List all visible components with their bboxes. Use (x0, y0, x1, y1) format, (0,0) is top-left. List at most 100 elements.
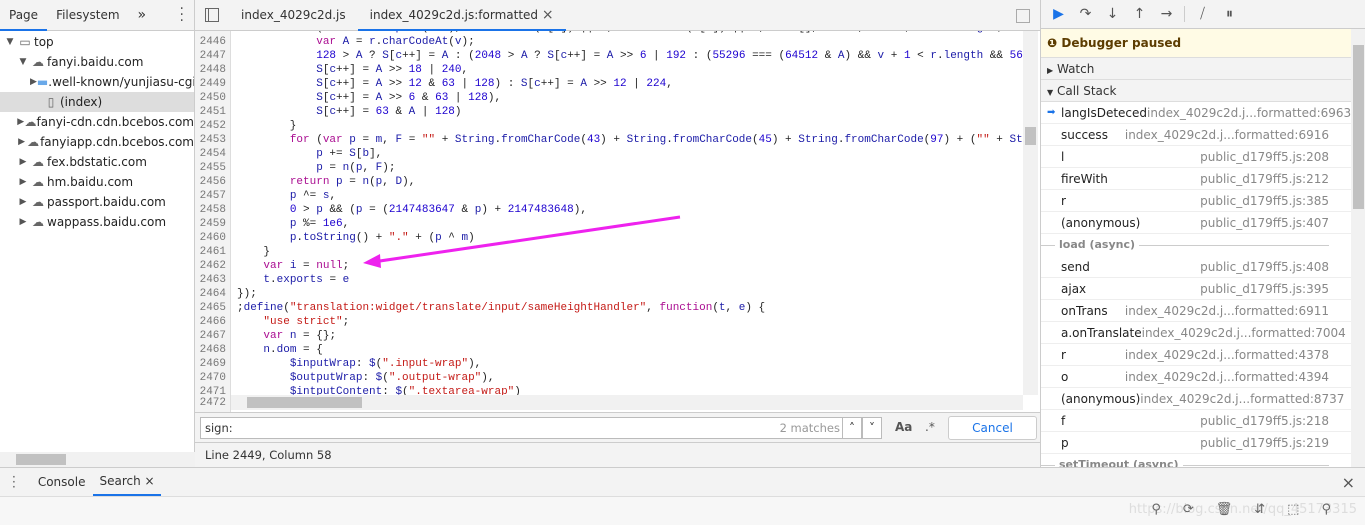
collapsed-triangle-icon[interactable]: ▶ (17, 112, 25, 132)
next-match-button[interactable]: ˅ (862, 417, 882, 439)
frame-location[interactable]: public_d179ff5.js:385 (1157, 190, 1351, 211)
frame-location[interactable]: public_d179ff5.js:208 (1157, 146, 1351, 167)
tree-item[interactable]: ▶ ☁ fanyi-cdn.cdn.bcebos.com (0, 112, 194, 132)
tree-item[interactable]: ▶ ☁ hm.baidu.com (0, 172, 194, 192)
watch-section[interactable]: ▶ Watch (1041, 58, 1351, 80)
resume-icon[interactable]: ▶ (1045, 6, 1072, 22)
collapsed-triangle-icon[interactable]: ▶ (17, 172, 29, 192)
call-stack-section[interactable]: ▼ Call Stack (1041, 80, 1351, 102)
frame-function: onTrans (1061, 304, 1108, 318)
tree-item-label: .well-known/yunjiasu-cgi/ (48, 75, 194, 89)
collapsed-triangle-icon[interactable]: ▶ (17, 132, 26, 152)
call-frame[interactable]: a.onTranslate index_4029c2d.j...formatted… (1041, 322, 1351, 344)
call-stack-label: Call Stack (1056, 84, 1117, 98)
call-frame[interactable]: (anonymous) index_4029c2d.j...formatted:8… (1041, 388, 1351, 410)
frame-function: f (1061, 414, 1066, 428)
find-input[interactable]: sign: 2 matches (200, 417, 845, 439)
call-frame[interactable]: r index_4029c2d.j...formatted:4378 (1041, 344, 1351, 366)
close-search-tab-icon[interactable]: × (145, 474, 155, 488)
frame-location[interactable]: public_d179ff5.js:218 (1157, 410, 1351, 431)
cloud-icon: ☁ (32, 195, 44, 209)
tree-item-label: fanyi.baidu.com (47, 55, 144, 69)
frame-location[interactable]: public_d179ff5.js:219 (1157, 432, 1351, 453)
deactivate-breakpoints-icon[interactable]: ⧸ (1189, 6, 1216, 22)
folder-icon: ▬ (36, 75, 49, 89)
frame-location[interactable]: index_4029c2d.j...formatted:4378 (1125, 344, 1351, 365)
frame-location[interactable]: index_4029c2d.j...formatted:4394 (1125, 366, 1351, 387)
tree-item[interactable]: ▶ ▬ .well-known/yunjiasu-cgi/ (0, 72, 194, 92)
expanded-triangle-icon[interactable]: ▼ (4, 32, 16, 52)
step-over-icon[interactable]: ↷ (1072, 6, 1099, 22)
more-tabs-button[interactable]: » (129, 0, 156, 31)
frame-function: o (1061, 370, 1069, 384)
collapsed-triangle-icon[interactable]: ▶ (17, 212, 29, 232)
tree-item-label: fex.bdstatic.com (47, 155, 147, 169)
step-into-icon[interactable]: ↓ (1099, 6, 1126, 22)
frame-location[interactable]: public_d179ff5.js:395 (1157, 278, 1351, 299)
tab-console[interactable]: Console (30, 468, 94, 496)
sidebar-vscrollbar[interactable] (1351, 29, 1365, 467)
frame-location[interactable]: public_d179ff5.js:407 (1157, 212, 1351, 233)
tree-hscrollbar[interactable] (0, 452, 195, 467)
call-frame[interactable]: p public_d179ff5.js:219 (1041, 432, 1351, 454)
tab-filesystem[interactable]: Filesystem (47, 0, 128, 31)
call-frame[interactable]: l public_d179ff5.js:208 (1041, 146, 1351, 168)
step-out-icon[interactable]: ↑ (1126, 6, 1153, 22)
call-frame[interactable]: success index_4029c2d.j...formatted:6916 (1041, 124, 1351, 146)
frame-function: langIsDeteced (1061, 106, 1148, 120)
async-separator: setTimeout (async) (1041, 454, 1351, 467)
call-frame[interactable]: fireWith public_d179ff5.js:212 (1041, 168, 1351, 190)
frame-location[interactable]: index_4029c2d.j...formatted:6963 (1147, 102, 1351, 123)
tree-item[interactable]: ▼ ▭ top (0, 32, 194, 52)
tree-item[interactable]: ▯ (index) (0, 92, 194, 112)
frame-location[interactable]: index_4029c2d.j...formatted:6916 (1125, 124, 1351, 145)
frame-location[interactable]: index_4029c2d.j...formatted:7004 (1142, 322, 1351, 343)
close-drawer-icon[interactable]: × (1342, 473, 1355, 492)
call-frame[interactable]: ➡ langIsDeteced index_4029c2d.j...formatte… (1041, 102, 1351, 124)
regex-button[interactable]: .* (925, 420, 935, 434)
frame-location[interactable]: index_4029c2d.j...formatted:8737 (1140, 388, 1351, 409)
tab-search-label: Search (99, 474, 141, 488)
call-frame[interactable]: onTrans index_4029c2d.j...formatted:6911 (1041, 300, 1351, 322)
cloud-icon: ☁ (32, 175, 44, 189)
frame-function: (anonymous) (1061, 392, 1141, 406)
step-icon[interactable]: → (1153, 6, 1180, 22)
frame-function: l (1061, 150, 1065, 164)
cloud-icon: ☁ (27, 135, 40, 149)
frame-location[interactable]: public_d179ff5.js:212 (1157, 168, 1351, 189)
frame-function: (anonymous) (1061, 216, 1141, 230)
pause-on-exceptions-icon[interactable]: ⏸ (1216, 6, 1243, 22)
call-frame[interactable]: ajax public_d179ff5.js:395 (1041, 278, 1351, 300)
frame-location[interactable]: index_4029c2d.j...formatted:6911 (1125, 300, 1351, 321)
tree-item[interactable]: ▶ ☁ fanyiapp.cdn.bcebos.com (0, 132, 194, 152)
tab-search[interactable]: Search × (93, 468, 161, 496)
find-bar: sign: 2 matches ˄ ˅ Aa .* Cancel (195, 412, 1040, 442)
collapsed-triangle-icon[interactable]: ▶ (17, 192, 29, 212)
tree-item[interactable]: ▼ ☁ fanyi.baidu.com (0, 52, 194, 72)
paused-text: Debugger paused (1061, 36, 1182, 50)
call-frame[interactable]: (anonymous) public_d179ff5.js:407 (1041, 212, 1351, 234)
call-frame[interactable]: r public_d179ff5.js:385 (1041, 190, 1351, 212)
call-frame[interactable]: o index_4029c2d.j...formatted:4394 (1041, 366, 1351, 388)
drawer-menu-icon[interactable]: · · · (12, 471, 16, 493)
tree-item[interactable]: ▶ ☁ wappass.baidu.com (0, 212, 194, 232)
match-case-button[interactable]: Aa (895, 420, 912, 434)
frame-function: send (1061, 260, 1090, 274)
expanded-triangle-icon[interactable]: ▼ (17, 52, 29, 72)
previous-match-button[interactable]: ˄ (842, 417, 862, 439)
navigator-panel: Page Filesystem » · · · ▼ ▭ top ▼ ☁ fanyi.baidu… (0, 0, 195, 467)
more-options-icon[interactable]: · · · (180, 2, 184, 28)
tab-page[interactable]: Page (0, 0, 48, 31)
tree-item-label: top (34, 35, 54, 49)
tree-item[interactable]: ▶ ☁ fex.bdstatic.com (0, 152, 194, 172)
tree-item[interactable]: ▶ ☁ passport.baidu.com (0, 192, 194, 212)
frame-location[interactable]: public_d179ff5.js:408 (1157, 256, 1351, 277)
cancel-button[interactable]: Cancel (948, 416, 1037, 440)
collapsed-triangle-icon[interactable]: ▶ (17, 152, 29, 172)
file-tree: ▼ ▭ top ▼ ☁ fanyi.baidu.com ▶ ▬ .well-known/yunj… (0, 31, 194, 232)
collapsed-triangle-icon[interactable]: ▶ (30, 72, 37, 92)
tree-item-label: fanyiapp.cdn.bcebos.com (40, 135, 194, 149)
call-frame[interactable]: send public_d179ff5.js:408 (1041, 256, 1351, 278)
call-frame[interactable]: f public_d179ff5.js:218 (1041, 410, 1351, 432)
frame-icon: ▭ (19, 35, 31, 49)
